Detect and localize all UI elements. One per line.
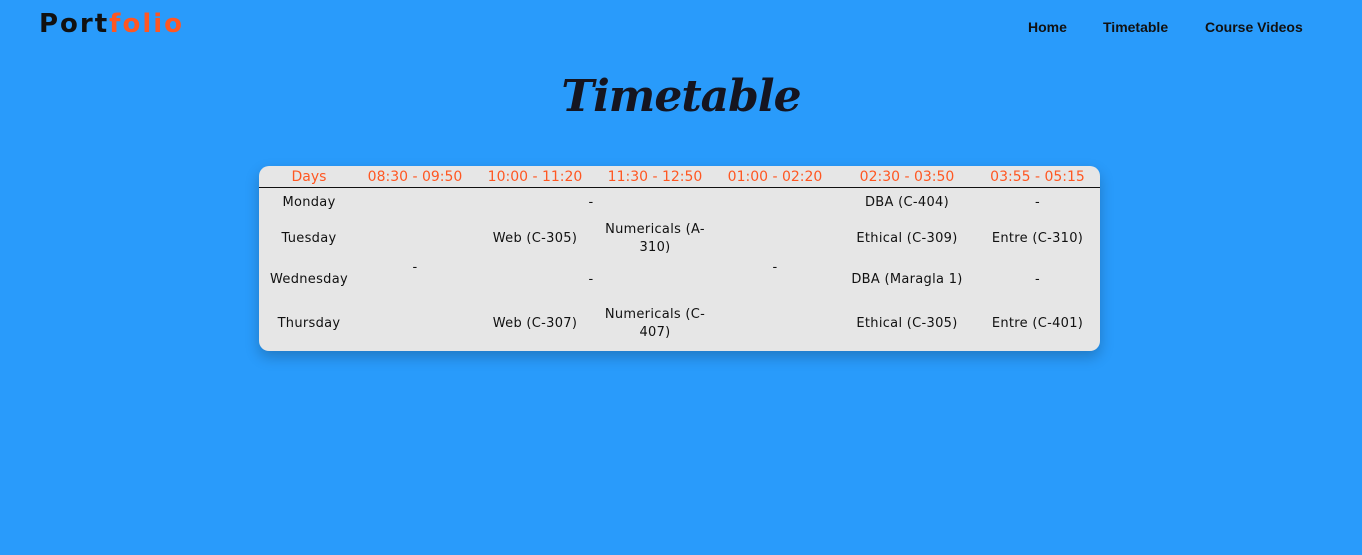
- logo-text-port: Port: [39, 9, 110, 39]
- table-cell: -: [1035, 271, 1040, 287]
- logo-text-folio: folio: [109, 9, 185, 39]
- table-cell: Entre (C-401): [991, 316, 1084, 331]
- timetable-table: Days 08:30 - 09:50 10:00 - 11:20 11:30 -…: [259, 166, 1100, 348]
- column-header-slot-4: 01:00 - 02:20: [711, 166, 839, 188]
- column-header-slot-5: 02:30 - 03:50: [839, 166, 975, 188]
- table-cell: Ethical (C-305): [856, 316, 958, 331]
- portfolio-logo[interactable]: Portfolio: [39, 6, 184, 42]
- table-cell: DBA (C-404): [865, 195, 949, 210]
- column-header-slot-2: 10:00 - 11:20: [471, 166, 599, 188]
- nav-link-timetable[interactable]: Timetable: [1103, 18, 1168, 36]
- day-cell: Tuesday: [281, 230, 337, 246]
- table-cell: Ethical (C-309): [856, 230, 958, 246]
- table-cell: Web (C-305): [492, 230, 578, 246]
- table-cell: -: [588, 195, 594, 210]
- timetable-card: Days 08:30 - 09:50 10:00 - 11:20 11:30 -…: [259, 166, 1100, 351]
- column-header-slot-1: 08:30 - 09:50: [359, 166, 471, 188]
- column-header-days: Days: [259, 166, 359, 188]
- table-cell: -: [1035, 195, 1040, 210]
- page-title: Timetable: [561, 71, 801, 122]
- table-cell: Web (C-307): [492, 316, 578, 331]
- nav-link-home[interactable]: Home: [1028, 18, 1067, 36]
- column-header-slot-6: 03:55 - 05:15: [975, 166, 1100, 188]
- day-cell: Wednesday: [270, 271, 348, 287]
- table-cell-merged: -: [772, 260, 778, 275]
- table-cell: -: [588, 271, 594, 287]
- table-cell: Numericals (A-310): [605, 221, 705, 255]
- table-cell: Numericals (C-407): [604, 307, 706, 340]
- column-header-slot-3: 11:30 - 12:50: [599, 166, 711, 188]
- table-cell-merged: -: [412, 260, 418, 275]
- table-cell: DBA (Maragla 1): [851, 271, 963, 287]
- day-cell: Thursday: [277, 316, 341, 331]
- nav-link-course-videos[interactable]: Course Videos: [1205, 18, 1303, 36]
- table-cell: Entre (C-310): [991, 230, 1084, 246]
- table-header-row: Days 08:30 - 09:50 10:00 - 11:20 11:30 -…: [259, 166, 1100, 188]
- table-row: Monday - - - DBA (C-404) -: [259, 188, 1100, 275]
- day-cell: Monday: [282, 195, 336, 210]
